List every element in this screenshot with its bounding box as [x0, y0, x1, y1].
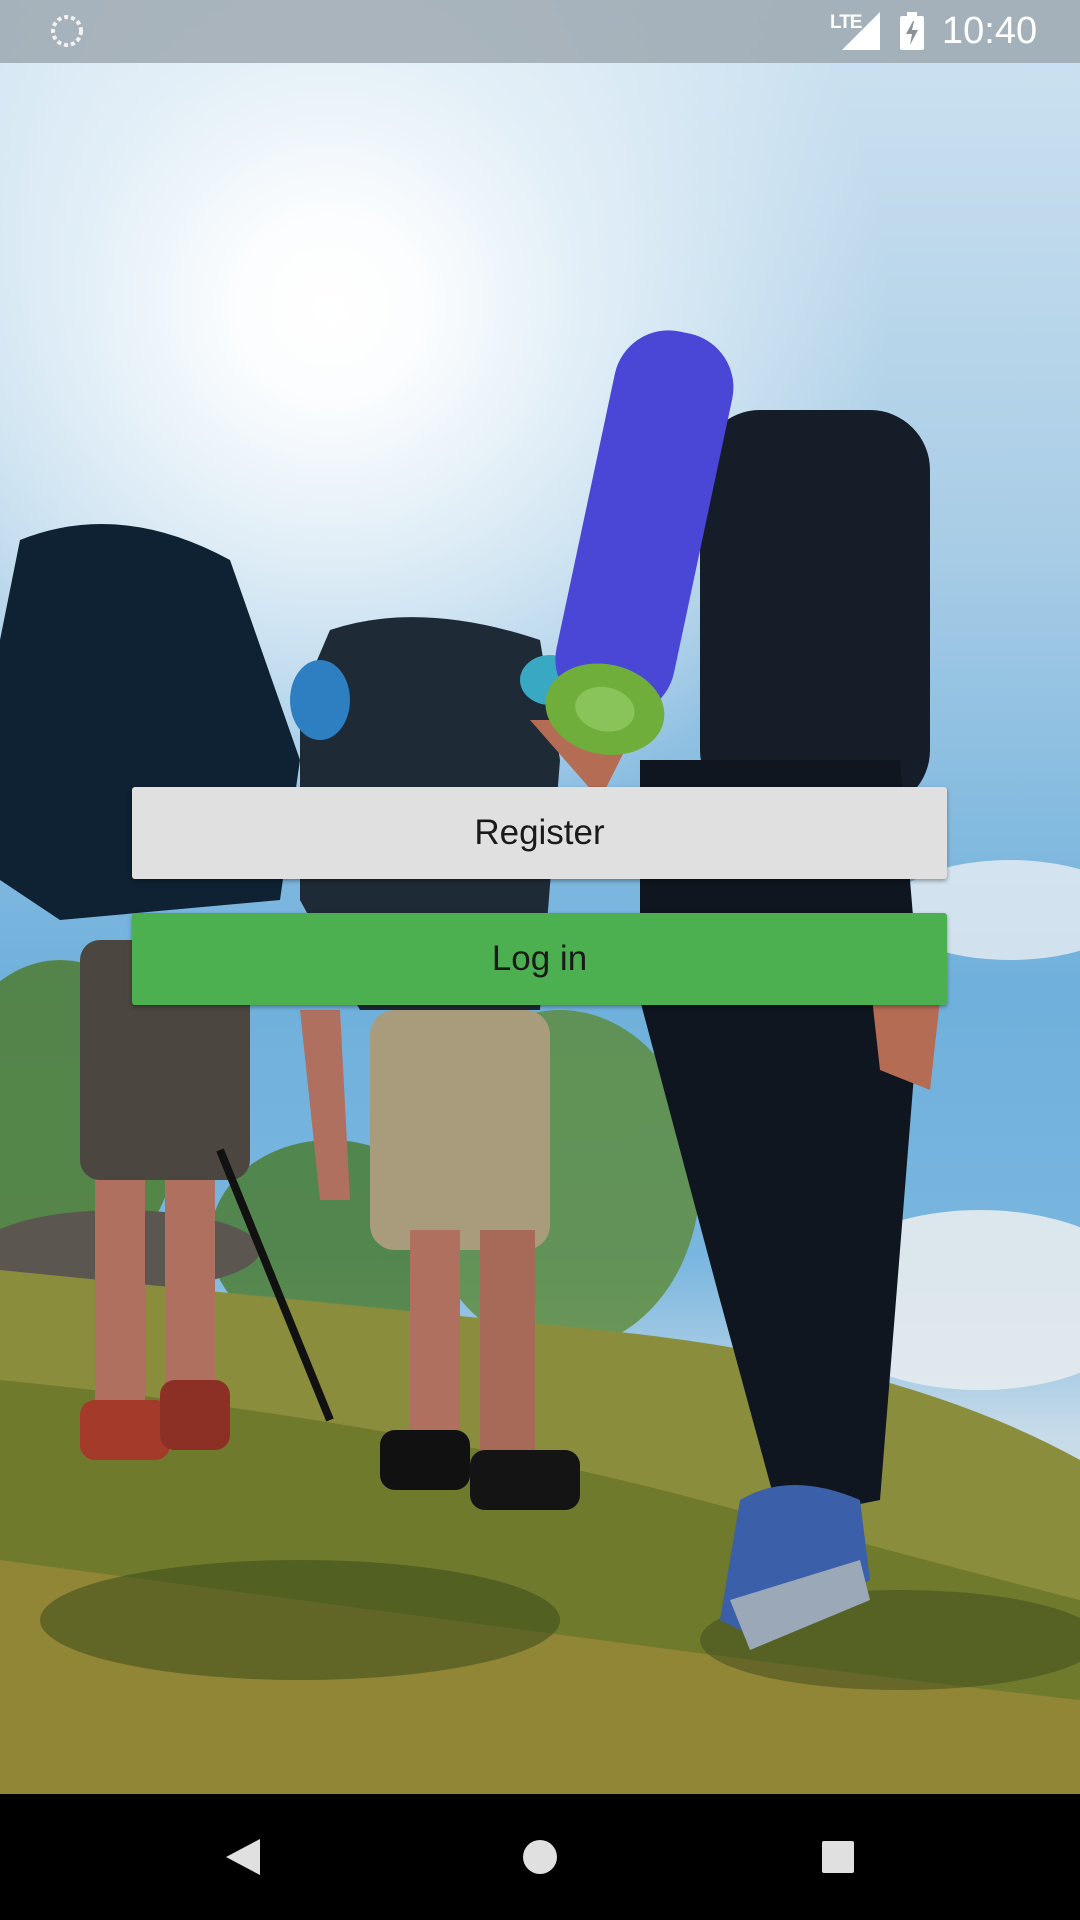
- status-bar: LTE 10:40: [0, 0, 1080, 63]
- hikers-illustration: [0, 330, 1080, 1794]
- home-circle-icon[interactable]: [500, 1824, 580, 1890]
- back-triangle-icon[interactable]: [202, 1824, 282, 1890]
- loading-indicator-icon: [51, 15, 83, 47]
- battery-charging-icon: [900, 12, 924, 50]
- recents-square-icon[interactable]: [798, 1824, 878, 1890]
- signal-strength-icon: [842, 12, 880, 50]
- background-hikers-image: [0, 0, 1080, 1794]
- navigation-bar: [0, 1794, 1080, 1920]
- login-button[interactable]: Log in: [132, 913, 947, 1005]
- register-button[interactable]: Register: [132, 787, 947, 879]
- status-clock: 10:40: [942, 10, 1038, 52]
